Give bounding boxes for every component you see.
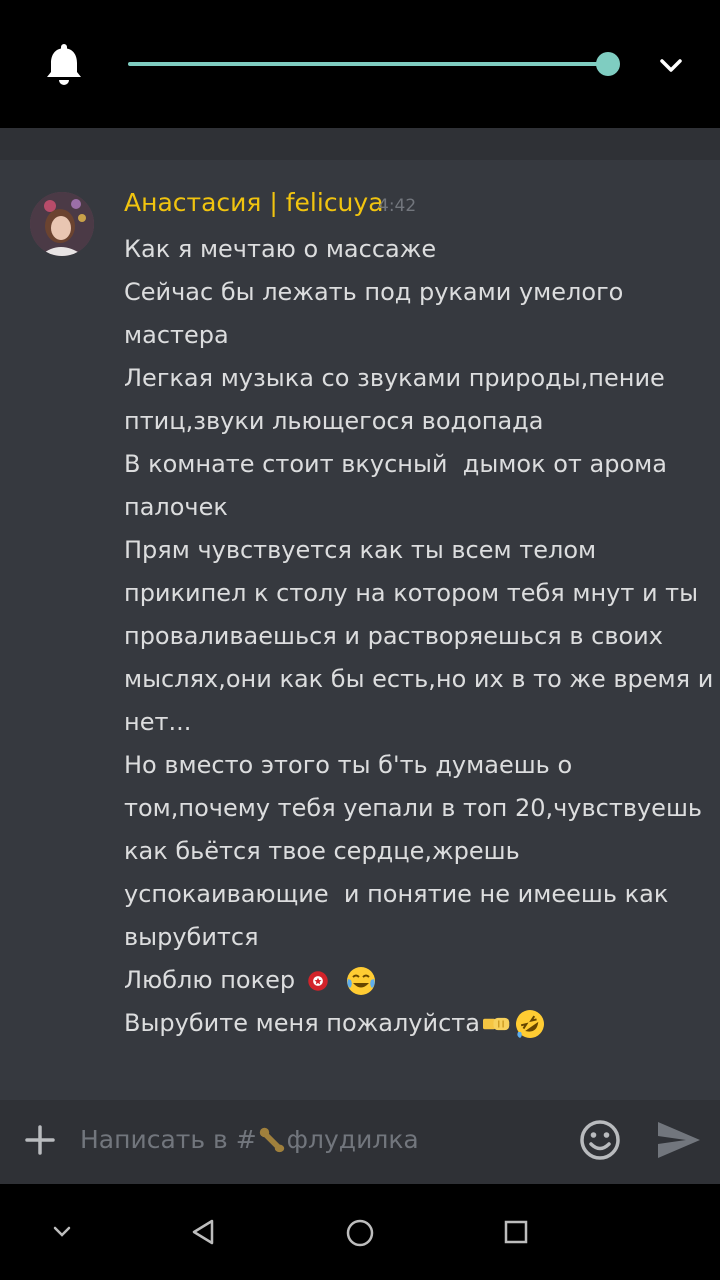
fist-emoji-icon xyxy=(482,1017,510,1031)
emoji-picker-icon[interactable] xyxy=(578,1118,622,1162)
rofl-emoji-icon xyxy=(515,1010,544,1038)
volume-slider-handle[interactable] xyxy=(596,52,620,76)
message-line: Сейчас бы лежать под руками умелого xyxy=(124,278,624,306)
message-line: Но вместо этого ты б'ть думаешь о xyxy=(124,751,573,779)
message-line: Как я мечтаю о массаже xyxy=(124,235,437,263)
message-input[interactable]: Написать в # флудилка xyxy=(80,1124,419,1154)
message-line: проваливаешься и растворяешься в своих xyxy=(124,622,663,650)
plus-icon[interactable] xyxy=(24,1124,56,1156)
message-line: прикипел к столу на котором тебя мнут и … xyxy=(124,579,699,607)
bell-icon[interactable] xyxy=(44,42,84,86)
joy-emoji-icon xyxy=(346,967,375,995)
message-line: мастера xyxy=(124,321,229,349)
message-line: как бьётся твое сердце,жрешь xyxy=(124,837,520,865)
header-divider xyxy=(0,128,720,160)
channel-emoji-icon xyxy=(259,1127,284,1153)
message-line: успокаивающие и понятие не имеешь как xyxy=(124,880,669,908)
message-line: вырубится xyxy=(124,923,259,951)
home-icon[interactable] xyxy=(345,1218,375,1248)
chevron-down-icon[interactable] xyxy=(656,50,686,80)
message-line-last: Вырубите меня пожалуйста xyxy=(124,1002,694,1045)
top-bar xyxy=(0,0,720,128)
message-line: Прям чувствуется как ты всем телом xyxy=(124,536,597,564)
message-line: мыслях,они как бы есть,но их в то же вре… xyxy=(124,665,714,693)
message-line: палочек xyxy=(124,493,228,521)
message-body: Как я мечтаю о массаже Сейчас бы лежать … xyxy=(124,228,714,1045)
message-line-poker: Люблю покер xyxy=(124,959,694,1002)
message-line: нет... xyxy=(124,708,192,736)
message-line: птиц,звуки льющегося водопада xyxy=(124,407,544,435)
avatar[interactable] xyxy=(30,192,94,256)
recents-icon[interactable] xyxy=(503,1219,529,1245)
placeholder-prefix: Написать в # xyxy=(80,1125,257,1154)
back-icon[interactable] xyxy=(190,1218,218,1246)
volume-slider-track[interactable] xyxy=(128,62,608,66)
message-author[interactable]: Анастасия | felicuya xyxy=(124,188,384,217)
nav-hide-icon[interactable] xyxy=(50,1224,74,1240)
message-line: том,почему тебя уепали в топ 20,чувствуе… xyxy=(124,794,703,822)
send-icon[interactable] xyxy=(654,1118,704,1162)
message-timestamp: 4:42 xyxy=(378,196,417,216)
message-line: В комнате стоит вкусный дымок от арома xyxy=(124,450,667,478)
message-line: Легкая музыка со звуками природы,пение xyxy=(124,364,665,392)
poker-chip-icon xyxy=(307,971,328,991)
system-navigation-bar xyxy=(0,1184,720,1280)
message-text: Вырубите меня пожалуйста xyxy=(124,1009,480,1037)
placeholder-channel: флудилка xyxy=(286,1125,419,1154)
message-text: Люблю покер xyxy=(124,966,303,994)
